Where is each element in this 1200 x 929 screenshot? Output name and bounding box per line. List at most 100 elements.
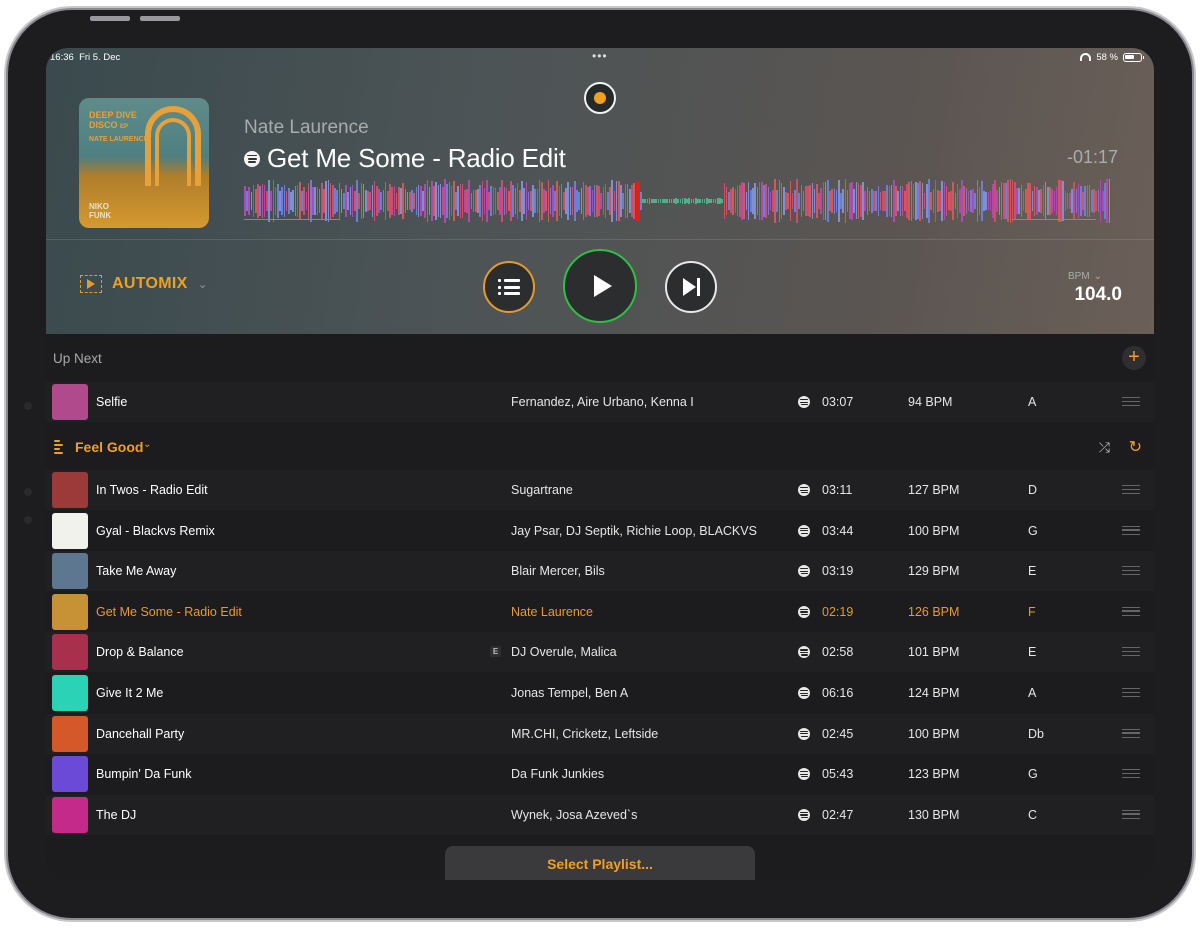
playlist-row[interactable]: Get Me Some - Radio Edit Nate Laurence 02:…: [46, 592, 1154, 632]
track-title: Bumpin' Da Funk: [96, 767, 192, 782]
playlist-row[interactable]: Gyal - Blackvs Remix Jay Psar, DJ Septik,…: [46, 511, 1154, 551]
playhead[interactable]: [636, 181, 640, 221]
track-duration: 06:16: [822, 686, 854, 700]
automix-button[interactable]: AUTOMIX ⌄: [80, 275, 208, 293]
track-bpm: 101 BPM: [908, 645, 960, 660]
track-thumbnail: [52, 675, 88, 711]
status-clock: 16:36: [50, 52, 74, 63]
track-thumbnail: [52, 756, 88, 793]
track-artist: MR.CHI, Cricketz, Leftside: [511, 726, 659, 741]
skip-next-button[interactable]: [665, 261, 717, 313]
track-title: Gyal - Blackvs Remix: [96, 523, 215, 538]
playlist-row[interactable]: In Twos - Radio Edit Sugartrane 03:11 127 B…: [46, 470, 1154, 510]
cover-label: NIKO FUNK: [89, 202, 112, 220]
plus-icon: +: [1128, 346, 1140, 368]
shuffle-icon[interactable]: ⤮: [1099, 439, 1110, 456]
drag-handle-icon[interactable]: [1122, 525, 1140, 535]
cover-line2: DISCO: [89, 120, 118, 130]
status-date: Fri 5. Dec: [79, 52, 121, 63]
bpm-label: BPM: [1067, 271, 1090, 282]
drag-handle-icon[interactable]: [1122, 688, 1140, 697]
track-artist: Nate Laurence: [511, 604, 594, 619]
now-playing-title: Get Me Some - Radio Edit: [267, 143, 566, 173]
play-button[interactable]: [563, 249, 637, 323]
waveform-baseline: [244, 219, 340, 220]
track-bpm: 123 BPM: [908, 767, 960, 782]
playlist-row[interactable]: Bumpin' Da Funk Da Funk Junkies 05:43 123 B…: [46, 754, 1154, 794]
spotify-icon: [798, 605, 810, 618]
spotify-icon: [798, 484, 810, 496]
up-next-header: Up Next +: [46, 334, 1154, 380]
track-key: G: [1028, 523, 1038, 538]
spotify-icon: [798, 565, 810, 578]
up-next-row[interactable]: Selfie Fernandez, Aire Urbano, Kenna I 03:…: [46, 382, 1154, 422]
drag-handle-icon[interactable]: [1122, 397, 1140, 406]
track-artist: Fernandez, Aire Urbano, Kenna I: [511, 395, 694, 409]
battery-percent: 58 %: [1096, 52, 1118, 63]
queue-button[interactable]: [483, 261, 535, 313]
track-bpm: 124 BPM: [908, 686, 960, 700]
spotify-icon: [798, 687, 810, 699]
playlist-header: Feel Good ⌄ ⤮ ↻: [46, 424, 1154, 468]
track-thumbnail: [52, 715, 88, 752]
track-thumbnail: [52, 796, 88, 833]
track-key: E: [1028, 645, 1037, 660]
playlist-name[interactable]: Feel Good: [75, 439, 143, 455]
track-thumbnail: [52, 384, 88, 420]
spotify-icon: [798, 768, 810, 781]
track-title: Take Me Away: [96, 564, 177, 579]
playlist-row[interactable]: Give It 2 Me Jonas Tempel, Ben A 06:16 124 …: [46, 673, 1154, 713]
add-button[interactable]: +: [1122, 346, 1146, 370]
multitask-dots-icon[interactable]: •••: [592, 50, 608, 62]
drag-handle-icon[interactable]: [1122, 647, 1140, 657]
track-key: Db: [1028, 726, 1044, 741]
drag-handle-icon[interactable]: [1122, 566, 1140, 576]
drag-handle-icon[interactable]: [1122, 769, 1140, 779]
record-button[interactable]: [584, 82, 616, 114]
select-playlist-button[interactable]: Select Playlist...: [445, 846, 755, 880]
drag-handle-icon[interactable]: [1122, 728, 1140, 738]
drag-handle-icon[interactable]: [1122, 606, 1140, 616]
chevron-down-icon[interactable]: ⌄: [143, 439, 151, 450]
track-duration: 03:44: [822, 523, 854, 538]
now-playing-title-row: Get Me Some - Radio Edit: [244, 143, 566, 174]
drag-handle-icon[interactable]: [1122, 485, 1140, 494]
playlist-row[interactable]: Take Me Away Blair Mercer, Bils 03:19 129 B…: [46, 551, 1154, 592]
spotify-icon: [798, 524, 810, 537]
album-cover: DEEP DIVE DISCO EP NATE LAURENCE NIKO FUN…: [79, 98, 209, 228]
track-duration: 02:45: [822, 726, 854, 741]
waveform[interactable]: [244, 176, 1111, 226]
track-title: The DJ: [96, 807, 137, 822]
camera-dot: [24, 516, 32, 524]
playlist-row[interactable]: Dancehall Party MR.CHI, Cricketz, Leftsid…: [46, 713, 1154, 754]
track-key: F: [1028, 604, 1036, 619]
bpm-selector[interactable]: BPM ⌄: [1068, 271, 1102, 282]
track-artist: DJ Overule, Malica: [511, 645, 617, 660]
track-thumbnail: [52, 553, 88, 590]
time-remaining: -01:17: [1066, 147, 1118, 167]
divider: [46, 239, 1154, 240]
track-bpm: 100 BPM: [908, 523, 960, 538]
skip-next-icon: [682, 278, 700, 296]
track-duration: 05:43: [822, 767, 854, 782]
track-key: C: [1028, 807, 1038, 822]
record-dot-icon: [594, 92, 606, 104]
camera-dot: [24, 402, 32, 410]
track-duration: 02:58: [822, 645, 854, 660]
chevron-down-icon: ⌄: [1093, 271, 1102, 282]
cover-arch-shape: [155, 118, 191, 186]
screen: 16:36 Fri 5. Dec 58 % ••• DEEP DIVE DISCO…: [46, 48, 1154, 880]
playlist-row[interactable]: The DJ Wynek, Josa Azeved`s 02:47 130 BPM C: [46, 794, 1154, 835]
playlist-row[interactable]: Drop & Balance E DJ Overule, Malica 02:58 10…: [46, 632, 1154, 673]
waveform-bar: [1108, 179, 1111, 223]
track-artist: Da Funk Junkies: [511, 767, 605, 782]
repeat-icon[interactable]: ↻: [1129, 437, 1142, 457]
camera-dot: [24, 488, 32, 496]
spotify-icon: [798, 808, 810, 821]
track-title: Drop & Balance: [96, 645, 184, 660]
track-bpm: 94 BPM: [908, 395, 953, 409]
track-bpm: 129 BPM: [908, 564, 960, 579]
status-time: 16:36 Fri 5. Dec: [50, 52, 120, 63]
drag-handle-icon[interactable]: [1122, 809, 1140, 819]
hardware-button: [140, 16, 180, 21]
